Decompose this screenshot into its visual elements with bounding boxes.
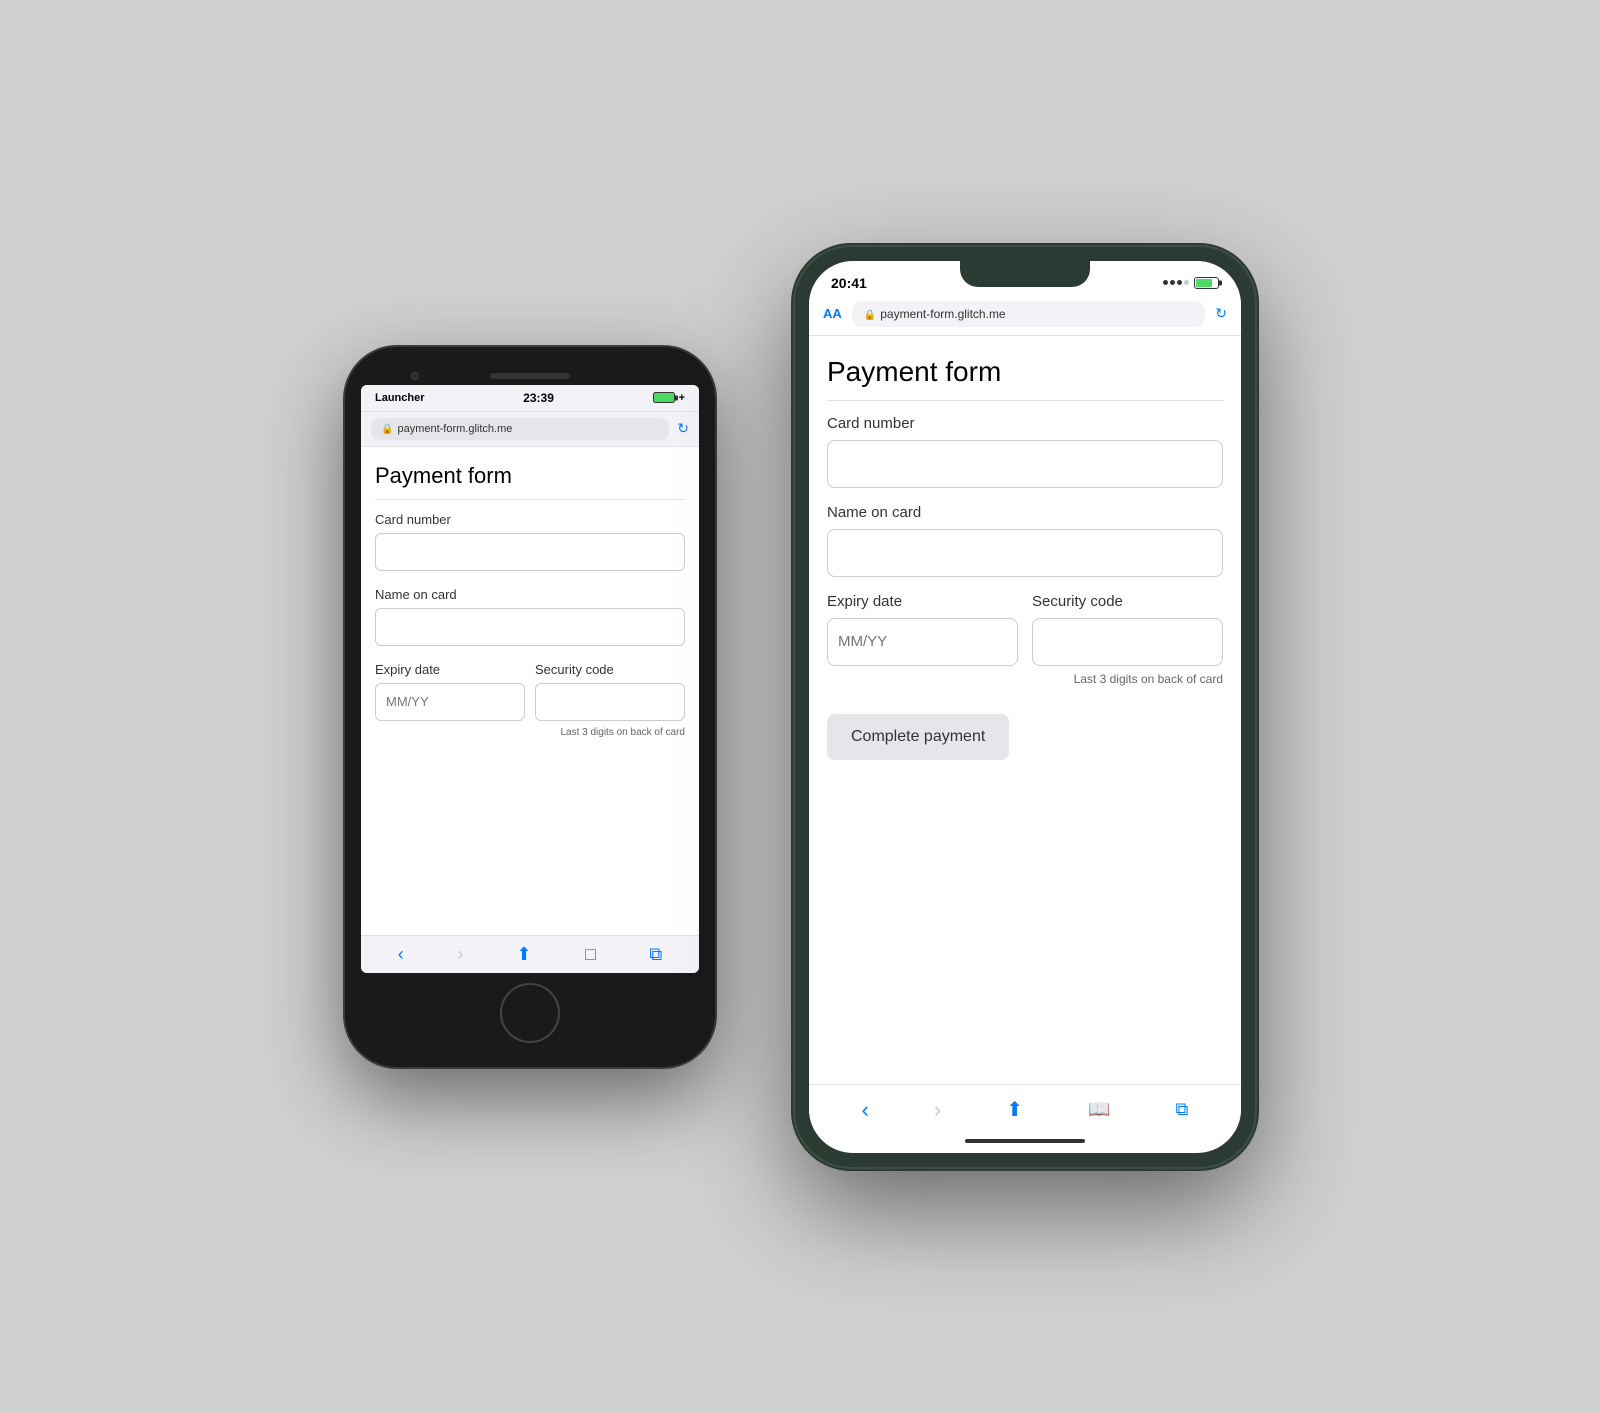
new-lock-icon: [864, 307, 876, 321]
old-url-text: payment-form.glitch.me: [397, 423, 512, 435]
old-forward-button[interactable]: ›: [457, 944, 463, 965]
old-back-button[interactable]: ‹: [398, 944, 404, 965]
new-card-number-label: Card number: [827, 415, 1223, 432]
old-reload-button[interactable]: ↻: [677, 420, 689, 437]
new-bookmarks-button[interactable]: 📖: [1088, 1099, 1110, 1120]
new-security-group: Security code: [1032, 593, 1223, 666]
old-name-input[interactable]: [375, 608, 685, 646]
old-security-group: Security code: [535, 662, 685, 721]
new-url-text: payment-form.glitch.me: [880, 307, 1005, 321]
new-expiry-group: Expiry date: [827, 593, 1018, 666]
signal-dot-2: [1170, 280, 1175, 285]
old-carrier-label: Launcher: [375, 392, 425, 404]
new-security-hint: Last 3 digits on back of card: [827, 672, 1223, 686]
old-card-number-group: Card number: [375, 512, 685, 571]
old-security-input[interactable]: [535, 683, 685, 721]
new-back-button[interactable]: ‹: [862, 1097, 869, 1123]
old-name-label: Name on card: [375, 587, 685, 602]
old-web-content: Payment form Card number Name on card Ex…: [361, 447, 699, 935]
old-expiry-label: Expiry date: [375, 662, 525, 677]
new-bottom-row: Expiry date Security code: [827, 593, 1223, 666]
new-url-box[interactable]: payment-form.glitch.me: [852, 301, 1205, 327]
new-time: 20:41: [831, 275, 867, 291]
old-form-title: Payment form: [375, 463, 685, 500]
new-card-number-group: Card number: [827, 415, 1223, 488]
phone-old: Launcher 23:39 + payment-form.glitch.me …: [345, 347, 715, 1067]
new-name-group: Name on card: [827, 504, 1223, 577]
signal-dot-1: [1163, 280, 1168, 285]
old-security-label: Security code: [535, 662, 685, 677]
old-speaker: [490, 373, 570, 379]
new-card-number-input[interactable]: [827, 440, 1223, 488]
new-screen: 20:41 AA paym: [809, 261, 1241, 1153]
new-name-input[interactable]: [827, 529, 1223, 577]
old-bottom-row: Expiry date Security code: [375, 662, 685, 721]
new-web-content: Payment form Card number Name on card Ex…: [809, 336, 1241, 1084]
new-address-bar: AA payment-form.glitch.me ↻: [809, 297, 1241, 336]
new-share-button[interactable]: ⬆: [1006, 1097, 1023, 1122]
signal-dot-4: [1184, 280, 1189, 285]
old-tabs-button[interactable]: ⧉: [649, 944, 662, 965]
new-notch: [960, 261, 1090, 287]
old-expiry-group: Expiry date: [375, 662, 525, 721]
old-card-number-input[interactable]: [375, 533, 685, 571]
old-status-bar: Launcher 23:39 +: [361, 385, 699, 412]
new-browser-toolbar: ‹ › ⬆ 📖 ⧉: [809, 1084, 1241, 1131]
old-share-button[interactable]: ⬆: [517, 944, 532, 965]
signal-dot-3: [1177, 280, 1182, 285]
old-home-button[interactable]: [500, 983, 560, 1043]
old-battery: +: [653, 392, 685, 404]
new-aa-button[interactable]: AA: [823, 306, 842, 321]
new-security-label: Security code: [1032, 593, 1223, 610]
new-tabs-button[interactable]: ⧉: [1176, 1099, 1189, 1120]
old-bookmarks-button[interactable]: □: [585, 944, 596, 965]
old-battery-icon: [653, 392, 675, 403]
old-lock-icon: [381, 423, 393, 435]
new-reload-button[interactable]: ↻: [1215, 305, 1227, 322]
new-expiry-input[interactable]: [827, 618, 1018, 666]
old-notch-area: [361, 363, 699, 385]
new-form-title: Payment form: [827, 356, 1223, 401]
new-name-label: Name on card: [827, 504, 1223, 521]
old-screen: Launcher 23:39 + payment-form.glitch.me …: [361, 385, 699, 973]
scene: Launcher 23:39 + payment-form.glitch.me …: [345, 247, 1255, 1167]
old-front-camera: [411, 372, 419, 380]
old-browser-toolbar: ‹ › ⬆ □ ⧉: [361, 935, 699, 973]
old-time: 23:39: [523, 391, 554, 405]
new-submit-button[interactable]: Complete payment: [827, 714, 1009, 760]
new-signal: [1163, 280, 1189, 285]
phone-new: 20:41 AA paym: [795, 247, 1255, 1167]
old-name-group: Name on card: [375, 587, 685, 646]
new-home-bar: [965, 1139, 1085, 1143]
new-forward-button[interactable]: ›: [934, 1097, 941, 1123]
old-address-bar: payment-form.glitch.me ↻: [361, 412, 699, 447]
old-expiry-input[interactable]: [375, 683, 525, 721]
new-status-right: [1163, 277, 1219, 289]
old-card-number-label: Card number: [375, 512, 685, 527]
new-security-input[interactable]: [1032, 618, 1223, 666]
old-url-box[interactable]: payment-form.glitch.me: [371, 418, 669, 440]
battery-fill: [1196, 279, 1212, 287]
new-expiry-label: Expiry date: [827, 593, 1018, 610]
old-security-hint: Last 3 digits on back of card: [375, 727, 685, 738]
new-battery-icon: [1194, 277, 1219, 289]
old-charge-icon: +: [679, 392, 685, 404]
